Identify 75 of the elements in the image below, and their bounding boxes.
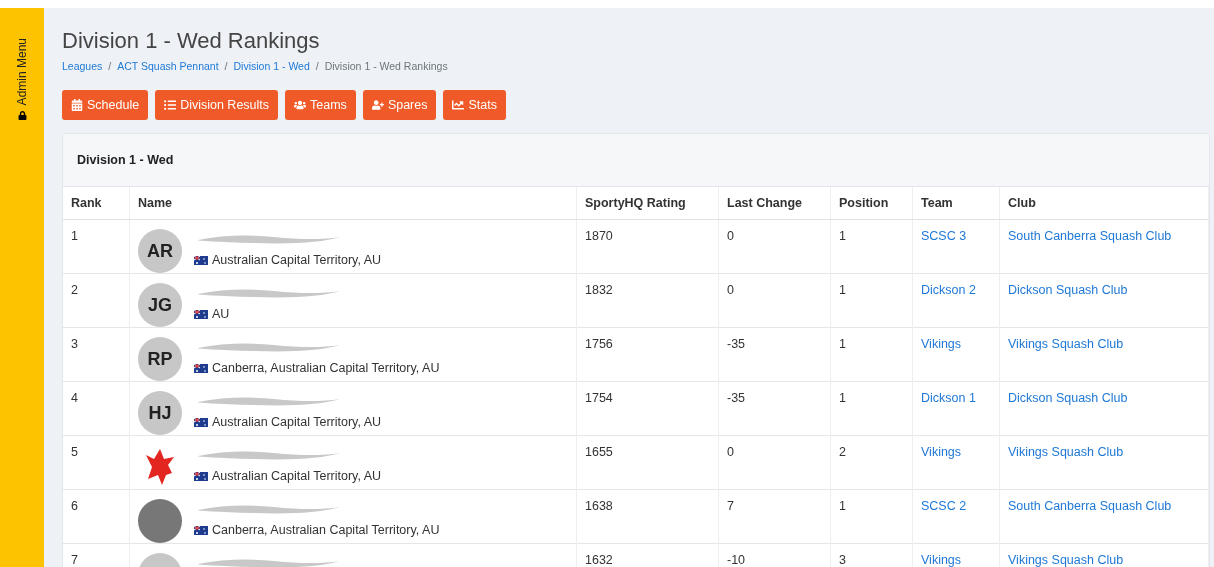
position-cell: 1 bbox=[830, 273, 913, 328]
initials-avatar: JG bbox=[138, 283, 182, 327]
nav-button[interactable]: Spares bbox=[362, 90, 437, 120]
nav-button[interactable]: Schedule bbox=[62, 90, 149, 120]
club-link[interactable]: South Canberra Squash Club bbox=[1008, 229, 1172, 243]
position-cell: 1 bbox=[830, 327, 913, 382]
position-cell: 2 bbox=[830, 435, 913, 490]
column-header: Name bbox=[129, 187, 577, 220]
initials-avatar: AR bbox=[138, 229, 182, 273]
change-cell: 0 bbox=[718, 273, 831, 328]
change-cell: -35 bbox=[718, 381, 831, 436]
initials-avatar: RP bbox=[138, 337, 182, 381]
admin-menu-label[interactable]: Admin Menu bbox=[15, 38, 29, 106]
column-header: Last Change bbox=[718, 187, 831, 220]
rank-cell: 6 bbox=[63, 489, 130, 544]
nav-button[interactable]: Stats bbox=[443, 90, 506, 120]
breadcrumb-link[interactable]: ACT Squash Pennant bbox=[117, 60, 219, 72]
rank-cell: 4 bbox=[63, 381, 130, 436]
rating-cell: 1832 bbox=[576, 273, 719, 328]
column-header: Rank bbox=[63, 187, 130, 220]
card-title: Division 1 - Wed bbox=[63, 134, 1209, 187]
breadcrumb-current: Division 1 - Wed Rankings bbox=[324, 60, 448, 72]
team-link[interactable]: Vikings bbox=[921, 445, 962, 459]
column-header: SportyHQ Rating bbox=[576, 187, 719, 220]
position-cell: 1 bbox=[830, 219, 913, 274]
rank-cell: 3 bbox=[63, 327, 130, 382]
breadcrumb-link[interactable]: Division 1 - Wed bbox=[233, 60, 310, 72]
rank-cell: 7 bbox=[63, 543, 130, 567]
position-cell: 3 bbox=[830, 543, 913, 567]
position-cell: 1 bbox=[830, 489, 913, 544]
club-link[interactable]: Vikings Squash Club bbox=[1008, 553, 1124, 567]
rank-cell: 5 bbox=[63, 435, 130, 490]
breadcrumb-link[interactable]: Leagues bbox=[62, 60, 103, 72]
player-location: Canberra, Australian Capital Territory, AU bbox=[194, 361, 440, 375]
club-link[interactable]: Dickson Squash Club bbox=[1008, 391, 1128, 405]
admin-sidebar[interactable]: Admin Menu bbox=[0, 8, 44, 567]
player-location: AU bbox=[194, 307, 344, 321]
initials-avatar: HJ bbox=[138, 391, 182, 435]
rating-cell: 1754 bbox=[576, 381, 719, 436]
team-link[interactable]: Vikings bbox=[921, 337, 962, 351]
player-location: Australian Capital Territory, AU bbox=[194, 415, 382, 429]
club-link[interactable]: Vikings Squash Club bbox=[1008, 445, 1124, 459]
team-link[interactable]: Dickson 1 bbox=[921, 391, 976, 405]
change-cell: 0 bbox=[718, 219, 831, 274]
column-header: Club bbox=[999, 187, 1209, 220]
rank-cell: 2 bbox=[63, 273, 130, 328]
page-title: Division 1 - Wed Rankings bbox=[62, 28, 321, 54]
nav-button[interactable]: Division Results bbox=[155, 90, 279, 120]
change-cell: 0 bbox=[718, 435, 831, 490]
rating-cell: 1655 bbox=[576, 435, 719, 490]
rating-cell: 1756 bbox=[576, 327, 719, 382]
breadcrumb-separator: / bbox=[315, 60, 319, 72]
club-link[interactable]: South Canberra Squash Club bbox=[1008, 499, 1172, 513]
change-cell: -35 bbox=[718, 327, 831, 382]
rank-cell: 1 bbox=[63, 219, 130, 274]
team-link[interactable]: SCSC 3 bbox=[921, 229, 967, 243]
team-link[interactable]: Dickson 2 bbox=[921, 283, 976, 297]
player-location: Australian Capital Territory, AU bbox=[194, 253, 382, 267]
column-header: Team bbox=[912, 187, 1000, 220]
rating-cell: 1638 bbox=[576, 489, 719, 544]
nav-button[interactable]: Teams bbox=[285, 90, 356, 120]
position-cell: 1 bbox=[830, 381, 913, 436]
club-link[interactable]: Dickson Squash Club bbox=[1008, 283, 1128, 297]
change-cell: 7 bbox=[718, 489, 831, 544]
player-location: Canberra, Australian Capital Territory, AU bbox=[194, 523, 440, 537]
change-cell: -10 bbox=[718, 543, 831, 567]
team-link[interactable]: Vikings bbox=[921, 553, 962, 567]
breadcrumb-separator: / bbox=[108, 60, 112, 72]
team-link[interactable]: SCSC 2 bbox=[921, 499, 967, 513]
breadcrumb-separator: / bbox=[224, 60, 228, 72]
player-location: Australian Capital Territory, AU bbox=[194, 469, 382, 483]
club-link[interactable]: Vikings Squash Club bbox=[1008, 337, 1124, 351]
rating-cell: 1632 bbox=[576, 543, 719, 567]
rating-cell: 1870 bbox=[576, 219, 719, 274]
column-header: Position bbox=[830, 187, 913, 220]
